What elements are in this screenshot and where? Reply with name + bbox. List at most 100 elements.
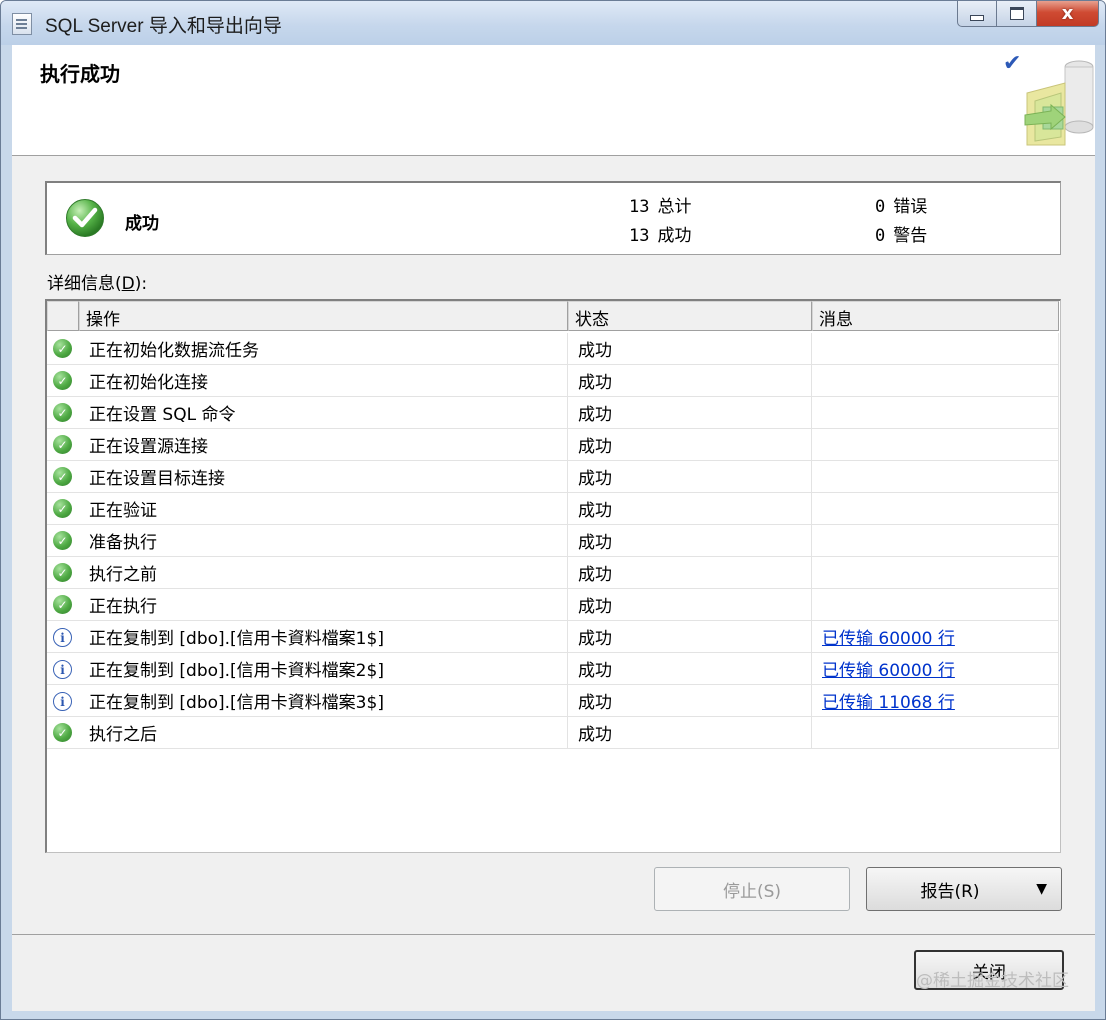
details-grid[interactable]: 操作 状态 消息 ✓ 正在初始化数据流任务 成功 ✓ 正在初始化连接 成功 ✓ 正在设置 SQ…: [45, 299, 1061, 853]
success-icon: ✓: [53, 339, 72, 358]
title-bar[interactable]: SQL Server 导入和导出向导 x: [1, 1, 1105, 45]
action-cell: 执行之后: [79, 717, 568, 749]
wizard-banner-icon: [1024, 60, 1094, 146]
action-cell: 正在复制到 [dbo].[信用卡資料檔案3$]: [79, 685, 568, 717]
message-link[interactable]: 已传输 11068 行: [822, 693, 955, 713]
caption-buttons: x: [957, 1, 1099, 29]
status-cell: 成功: [568, 525, 812, 557]
page-header: 执行成功 ✔: [12, 45, 1095, 156]
success-icon: ✓: [53, 563, 72, 582]
success-icon: ✓: [53, 499, 72, 518]
success-count: 13: [629, 226, 650, 246]
action-cell: 正在初始化连接: [79, 365, 568, 397]
info-icon: i: [53, 692, 72, 711]
wizard-body: 成功 13 总计 13 成功 0 错误 0 警告 详细信息(D): 操作 状态 消息 ✓…: [12, 156, 1095, 934]
details-label-suffix: ):: [134, 274, 148, 294]
success-label: 成功: [657, 226, 692, 246]
report-button[interactable]: 报告(R) ▼: [866, 867, 1062, 911]
table-row[interactable]: i 正在复制到 [dbo].[信用卡資料檔案1$] 成功 已传输 60000 行: [47, 621, 1060, 653]
row-icon-cell: ✓: [47, 429, 79, 461]
report-button-label: 报告(R): [920, 881, 980, 902]
action-cell: 正在初始化数据流任务: [79, 333, 568, 365]
success-icon: ✓: [53, 723, 72, 742]
message-link[interactable]: 已传输 60000 行: [822, 661, 955, 681]
maximize-button[interactable]: [997, 1, 1037, 27]
total-count: 13: [629, 197, 650, 217]
column-header-action[interactable]: 操作: [79, 301, 568, 331]
status-cell: 成功: [568, 717, 812, 749]
minimize-icon: [970, 14, 984, 21]
info-icon: i: [53, 628, 72, 647]
minimize-button[interactable]: [957, 1, 997, 27]
row-icon-cell: ✓: [47, 397, 79, 429]
success-icon: ✓: [53, 371, 72, 390]
action-cell: 准备执行: [79, 525, 568, 557]
message-cell: [812, 461, 1059, 493]
row-icon-cell: ✓: [47, 525, 79, 557]
table-row[interactable]: ✓ 执行之前 成功: [47, 557, 1060, 589]
table-row[interactable]: ✓ 正在执行 成功: [47, 589, 1060, 621]
status-cell: 成功: [568, 429, 812, 461]
action-cell: 正在设置目标连接: [79, 461, 568, 493]
close-window-button[interactable]: x: [1037, 1, 1099, 27]
success-stat: 13 成功: [629, 221, 691, 246]
success-icon: ✓: [53, 403, 72, 422]
warning-label: 警告: [893, 226, 928, 246]
success-icon: ✓: [53, 531, 72, 550]
action-cell: 执行之前: [79, 557, 568, 589]
watermark: @稀土掘金技术社区: [916, 971, 1069, 991]
table-row[interactable]: ✓ 执行之后 成功: [47, 717, 1060, 749]
message-cell: 已传输 60000 行: [812, 621, 1059, 653]
success-icon: ✓: [53, 595, 72, 614]
table-row[interactable]: ✓ 正在初始化连接 成功: [47, 365, 1060, 397]
column-header-status[interactable]: 状态: [568, 301, 812, 331]
action-cell: 正在设置源连接: [79, 429, 568, 461]
row-icon-cell: ✓: [47, 557, 79, 589]
total-stat: 13 总计: [629, 192, 691, 217]
message-cell: [812, 589, 1059, 621]
row-icon-cell: i: [47, 653, 79, 685]
error-label: 错误: [893, 197, 928, 217]
error-count: 0: [875, 197, 886, 217]
action-cell: 正在复制到 [dbo].[信用卡資料檔案1$]: [79, 621, 568, 653]
warning-count: 0: [875, 226, 886, 246]
success-icon: ✓: [53, 467, 72, 486]
wizard-window: SQL Server 导入和导出向导 x 执行成功 ✔ 成功 13 总计 13 …: [0, 0, 1106, 1020]
status-cell: 成功: [568, 589, 812, 621]
message-cell: [812, 397, 1059, 429]
table-row[interactable]: ✓ 正在验证 成功: [47, 493, 1060, 525]
table-row[interactable]: ✓ 正在初始化数据流任务 成功: [47, 333, 1060, 365]
row-icon-cell: ✓: [47, 589, 79, 621]
warning-stat: 0 警告: [875, 221, 927, 246]
icon-column-header[interactable]: [47, 301, 79, 331]
action-cell: 正在复制到 [dbo].[信用卡資料檔案2$]: [79, 653, 568, 685]
row-icon-cell: i: [47, 685, 79, 717]
summary-status: 成功: [125, 214, 159, 234]
table-row[interactable]: i 正在复制到 [dbo].[信用卡資料檔案2$] 成功 已传输 60000 行: [47, 653, 1060, 685]
stop-button[interactable]: 停止(S): [654, 867, 850, 911]
message-cell: 已传输 11068 行: [812, 685, 1059, 717]
status-cell: 成功: [568, 493, 812, 525]
message-cell: [812, 525, 1059, 557]
table-row[interactable]: i 正在复制到 [dbo].[信用卡資料檔案3$] 成功 已传输 11068 行: [47, 685, 1060, 717]
action-cell: 正在验证: [79, 493, 568, 525]
dropdown-arrow-icon: ▼: [1036, 881, 1047, 897]
status-cell: 成功: [568, 365, 812, 397]
table-row[interactable]: ✓ 准备执行 成功: [47, 525, 1060, 557]
table-row[interactable]: ✓ 正在设置 SQL 命令 成功: [47, 397, 1060, 429]
table-row[interactable]: ✓ 正在设置源连接 成功: [47, 429, 1060, 461]
grid-header: 操作 状态 消息: [47, 301, 1060, 333]
row-icon-cell: ✓: [47, 365, 79, 397]
details-label-prefix: 详细信息(: [47, 274, 122, 294]
status-cell: 成功: [568, 461, 812, 493]
status-cell: 成功: [568, 333, 812, 365]
status-cell: 成功: [568, 397, 812, 429]
action-cell: 正在设置 SQL 命令: [79, 397, 568, 429]
table-row[interactable]: ✓ 正在设置目标连接 成功: [47, 461, 1060, 493]
close-icon: x: [1061, 2, 1074, 24]
message-cell: [812, 365, 1059, 397]
message-link[interactable]: 已传输 60000 行: [822, 629, 955, 649]
row-icon-cell: ✓: [47, 717, 79, 749]
column-header-message[interactable]: 消息: [812, 301, 1059, 331]
error-stat: 0 错误: [875, 192, 927, 217]
